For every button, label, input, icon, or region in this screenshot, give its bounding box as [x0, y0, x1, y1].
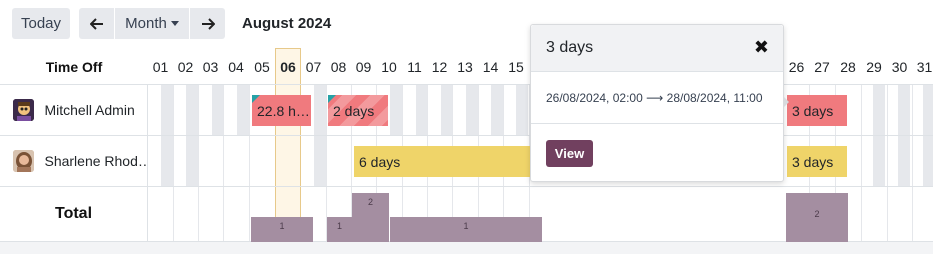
total-bar: 1	[251, 217, 313, 242]
total-count: 1	[279, 221, 285, 231]
total-count: 2	[814, 209, 820, 219]
day-header: 08	[330, 58, 347, 75]
total-count: 2	[367, 197, 373, 207]
time-off-pill[interactable]: 3 days	[787, 95, 847, 126]
time-off-pill[interactable]: 6 days	[354, 146, 530, 177]
total-bar: 1	[327, 217, 352, 242]
employee-cell[interactable]: Mitchell Admin	[0, 85, 148, 135]
day-header: 04	[228, 58, 244, 75]
toolbar: Today Month August 2024	[0, 0, 933, 48]
total-count: 1	[463, 221, 469, 231]
time-off-pill[interactable]: 3 days	[787, 146, 847, 177]
status-corner	[328, 95, 336, 103]
day-header: 01	[152, 58, 169, 75]
day-header-today: 06	[280, 58, 296, 75]
employee-name: Mitchell Admin	[44, 102, 135, 118]
day-header: 31	[916, 58, 933, 75]
day-header: 15	[508, 58, 524, 75]
total-bar: 1	[390, 217, 542, 242]
total-row: Total 1 1 2 1 2	[0, 187, 933, 242]
pill-label: 2 days	[333, 102, 375, 119]
popover-title: 3 days	[546, 39, 594, 56]
view-button[interactable]: View	[546, 140, 593, 167]
time-off-pill[interactable]: 2 days	[328, 95, 388, 126]
avatar-icon	[13, 99, 35, 121]
scale-label: Month	[125, 15, 167, 32]
popover-date-range: 26/08/2024, 02:00 ⟶ 28/08/2024, 11:00	[546, 91, 763, 105]
divider	[531, 123, 783, 124]
day-header: 26	[788, 58, 805, 75]
footer-strip	[0, 242, 933, 254]
employee-row: Mitchell Admin 22.8 h… 2 days 3 days	[0, 85, 933, 136]
employee-name: Sharlene Rhod…	[44, 153, 147, 169]
day-header: 30	[891, 58, 908, 75]
day-header: 10	[381, 58, 397, 75]
next-period-button[interactable]	[190, 8, 225, 39]
total-count: 1	[336, 221, 342, 231]
pill-label: 22.8 h…	[257, 102, 310, 119]
timeline-header: Time Off 01 02 03 04 05 06 07 08 09 10 1…	[0, 48, 933, 85]
date-to: 28/08/2024, 11:00	[666, 91, 763, 105]
employee-row: Sharlene Rhod… 6 days 3 days	[0, 136, 933, 187]
time-off-popover: 3 days ✖ 26/08/2024, 02:00 ⟶ 28/08/2024,…	[530, 24, 784, 182]
day-header: 12	[431, 58, 448, 75]
day-header: 05	[254, 58, 270, 75]
day-header: 02	[177, 58, 194, 75]
day-header: 14	[482, 58, 499, 75]
header-label: Time Off	[45, 58, 103, 75]
scale-dropdown[interactable]: Month	[115, 8, 189, 39]
day-header: 09	[355, 58, 372, 75]
status-corner	[252, 95, 260, 103]
pill-label: 3 days	[792, 102, 834, 119]
date-from: 26/08/2024, 02:00	[546, 91, 643, 105]
avatar-icon	[13, 150, 35, 172]
arrow-right-icon	[201, 17, 215, 30]
total-label: Total	[0, 187, 148, 241]
popover-header: 3 days ✖	[531, 25, 783, 72]
caret-down-icon	[170, 21, 179, 26]
total-bar: 2	[786, 193, 848, 242]
close-icon[interactable]: ✖	[754, 37, 769, 58]
popover-arrow	[783, 96, 789, 108]
pill-label: 3 days	[792, 153, 834, 170]
period-title: August 2024	[242, 15, 332, 32]
day-header: 27	[814, 58, 830, 75]
arrow-left-icon	[89, 17, 103, 30]
gantt-grid: Time Off 01 02 03 04 05 06 07 08 09 10 1…	[0, 48, 933, 254]
arrow-right-icon: ⟶	[646, 91, 664, 105]
today-button[interactable]: Today	[12, 8, 70, 39]
day-header: 03	[202, 58, 219, 75]
day-header: 13	[457, 58, 473, 75]
total-bar: 2	[352, 193, 389, 242]
day-header: 07	[305, 58, 322, 75]
day-header: 29	[866, 58, 882, 75]
day-header: 28	[840, 58, 856, 75]
time-off-pill[interactable]: 22.8 h…	[252, 95, 311, 126]
day-header: 11	[407, 58, 422, 75]
employee-cell[interactable]: Sharlene Rhod…	[0, 136, 148, 186]
pill-label: 6 days	[359, 153, 401, 170]
previous-period-button[interactable]	[79, 8, 114, 39]
